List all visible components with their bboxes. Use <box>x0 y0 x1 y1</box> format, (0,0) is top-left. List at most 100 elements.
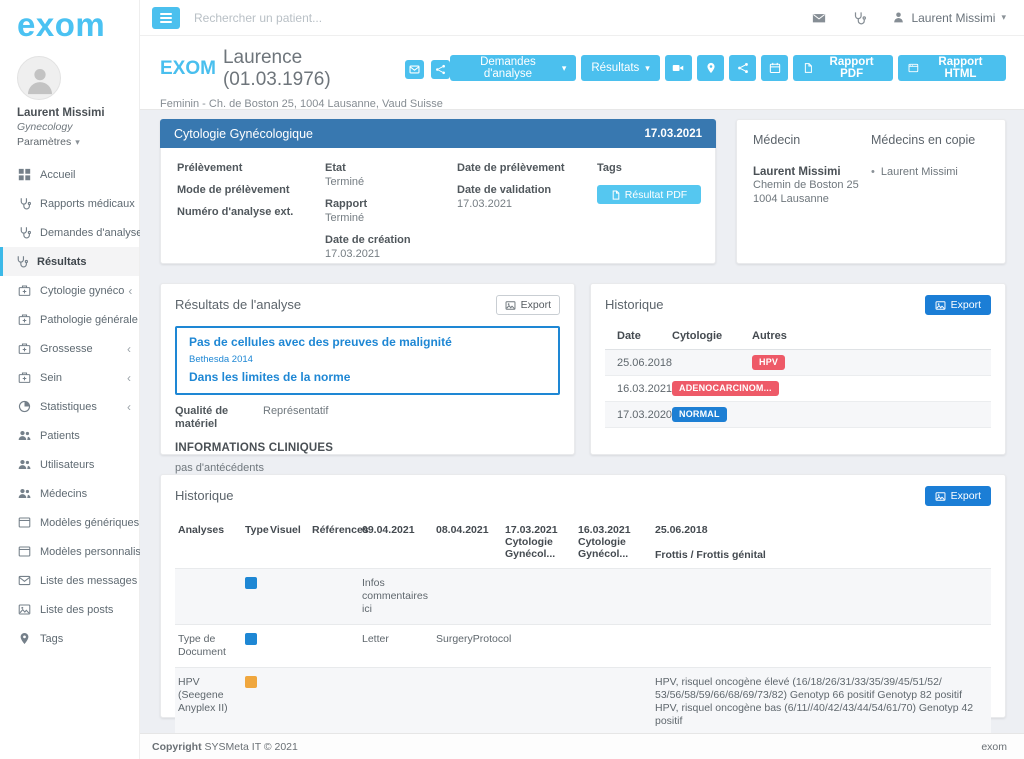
patient-share-button[interactable] <box>431 60 450 79</box>
result-box: Pas de cellules avec des preuves de mali… <box>175 326 560 395</box>
field-tags-label: Tags <box>597 161 701 175</box>
timeline-row[interactable]: Infos commentaires ici <box>175 569 991 625</box>
sidebar-item-modeles-personnalises[interactable]: Modèles personnalisés <box>0 537 139 566</box>
history-row[interactable]: 16.03.2021 ADENOCARCINOM... <box>605 376 991 402</box>
medical-case-icon <box>18 313 31 326</box>
calendar-button[interactable] <box>761 55 788 81</box>
doctor-copy-item: Laurent Missimi <box>871 166 989 178</box>
timeline-col-type: Type <box>242 518 267 569</box>
medical-case-icon <box>18 371 31 384</box>
sidebar: exom Laurent Missimi Gynecology Paramètr… <box>0 0 140 759</box>
user-icon <box>892 11 905 24</box>
sidebar-item-grossesse[interactable]: Grossesse <box>0 334 139 363</box>
status-badge: NORMAL <box>672 407 727 422</box>
image-icon <box>18 603 31 616</box>
resultats-dropdown[interactable]: Résultats <box>581 55 659 81</box>
timeline-row[interactable]: Type de Document Letter SurgeryProtocol <box>175 625 991 668</box>
brand-logo: exom <box>0 0 139 44</box>
patient-title: Laurence (01.03.1976) <box>223 47 398 91</box>
video-call-button[interactable] <box>665 55 692 81</box>
field-rapport-value: Terminé <box>325 211 457 225</box>
demandes-analyse-dropdown[interactable]: Demandes d'analyse <box>450 55 576 81</box>
row-timeline: Historique Export Analyses Type Visuel R… <box>160 474 1006 718</box>
clinical-info-title: INFORMATIONS CLINIQUES <box>175 442 560 454</box>
template-icon <box>18 545 31 558</box>
user-menu[interactable]: Laurent Missimi <box>892 11 1006 25</box>
history-col-date: Date <box>605 325 660 350</box>
search-input[interactable] <box>194 11 474 25</box>
timeline-col-date-1: 09.04.2021 <box>359 518 433 569</box>
profile-specialty: Gynecology <box>17 121 123 133</box>
share-button[interactable] <box>729 55 756 81</box>
doctor-address-1: Chemin de Boston 25 <box>753 178 871 192</box>
sidebar-item-pathologie-generale[interactable]: Pathologie générale <box>0 305 139 334</box>
patient-email-button[interactable] <box>405 60 424 79</box>
image-icon <box>935 300 946 311</box>
resultat-pdf-button[interactable]: Résultat PDF <box>597 185 701 204</box>
row-results-history: Résultats de l'analyse Export Pas de cel… <box>160 283 1006 455</box>
timeline-row[interactable]: HPV (Seegene Anyplex II) HPV, risquel on… <box>175 668 991 734</box>
app-root: exom Laurent Missimi Gynecology Paramètr… <box>0 0 1024 759</box>
analysis-card-date: 17.03.2021 <box>644 128 702 140</box>
medical-case-icon <box>18 284 31 297</box>
patient-identity: EXOM Laurence (01.03.1976) Feminin - Ch.… <box>160 47 450 109</box>
sidebar-item-tags[interactable]: Tags <box>0 624 139 653</box>
sidebar-item-sein[interactable]: Sein <box>0 363 139 392</box>
user-menu-name: Laurent Missimi <box>911 11 995 25</box>
timeline-table: Analyses Type Visuel Références 09.04.20… <box>175 518 991 733</box>
sidebar-item-patients[interactable]: Patients <box>0 421 139 450</box>
sidebar-item-liste-posts[interactable]: Liste des posts <box>0 595 139 624</box>
map-pin-icon <box>18 632 31 645</box>
patient-brand: EXOM <box>160 58 216 80</box>
analysis-card-title: Cytologie Gynécologique <box>174 127 313 141</box>
sidebar-nav: Accueil Rapports médicaux Demandes d'ana… <box>0 160 139 653</box>
sidebar-item-demandes-analyse[interactable]: Demandes d'analyse <box>0 218 139 247</box>
history-panel-title: Historique <box>605 295 664 312</box>
envelope-icon <box>409 64 420 75</box>
results-panel-title: Résultats de l'analyse <box>175 295 301 312</box>
sidebar-item-medecins[interactable]: Médecins <box>0 479 139 508</box>
history-col-cytologie: Cytologie <box>660 325 740 350</box>
share-icon <box>435 64 446 75</box>
sidebar-item-modeles-generiques[interactable]: Modèles génériques <box>0 508 139 537</box>
stethoscope-icon <box>15 255 28 268</box>
history-row[interactable]: 17.03.2020 NORMAL <box>605 402 991 428</box>
result-line-3: Dans les limites de la norme <box>189 370 546 384</box>
field-etat-label: Etat <box>325 161 457 175</box>
image-icon <box>505 300 516 311</box>
doctor-title: Médecin <box>753 133 871 147</box>
field-date-creation-label: Date de création <box>325 233 457 247</box>
rapport-pdf-button[interactable]: Rapport PDF <box>793 55 893 81</box>
sidebar-item-utilisateurs[interactable]: Utilisateurs <box>0 450 139 479</box>
sidebar-item-resultats[interactable]: Résultats <box>0 247 139 276</box>
stethoscope-icon[interactable] <box>852 11 866 25</box>
history-col-autres: Autres <box>740 325 991 350</box>
field-numero-analyse: Numéro d'analyse ext. <box>177 205 325 219</box>
history-export-button[interactable]: Export <box>925 295 991 315</box>
analysis-card-header: Cytologie Gynécologique 17.03.2021 <box>160 119 716 148</box>
users-icon <box>18 487 31 500</box>
sidebar-item-cytologie-gyneco[interactable]: Cytologie gynéco <box>0 276 139 305</box>
rapport-html-button[interactable]: Rapport HTML <box>898 55 1006 81</box>
timeline-export-button[interactable]: Export <box>925 486 991 506</box>
sidebar-item-rapports-medicaux[interactable]: Rapports médicaux <box>0 189 139 218</box>
location-button[interactable] <box>697 55 724 81</box>
topbar-actions: Laurent Missimi <box>812 11 1024 25</box>
history-row[interactable]: 25.06.2018 HPV <box>605 350 991 376</box>
row-analysis: Cytologie Gynécologique 17.03.2021 Prélè… <box>160 119 1006 264</box>
type-square-blue <box>245 577 257 589</box>
profile-settings-dropdown[interactable]: Paramètres <box>17 136 123 148</box>
pie-chart-icon <box>18 400 31 413</box>
results-export-button[interactable]: Export <box>496 295 560 315</box>
image-icon <box>935 491 946 502</box>
timeline-panel-title: Historique <box>175 486 234 503</box>
footer: Copyright SYSMeta IT © 2021 exom <box>140 733 1024 759</box>
field-etat-value: Terminé <box>325 175 457 189</box>
messages-envelope-icon[interactable] <box>812 11 826 25</box>
menu-toggle-button[interactable] <box>152 7 180 29</box>
browser-icon <box>908 62 919 74</box>
sidebar-item-accueil[interactable]: Accueil <box>0 160 139 189</box>
sidebar-item-statistiques[interactable]: Statistiques <box>0 392 139 421</box>
sidebar-item-liste-messages[interactable]: Liste des messages <box>0 566 139 595</box>
calendar-icon <box>769 62 781 74</box>
